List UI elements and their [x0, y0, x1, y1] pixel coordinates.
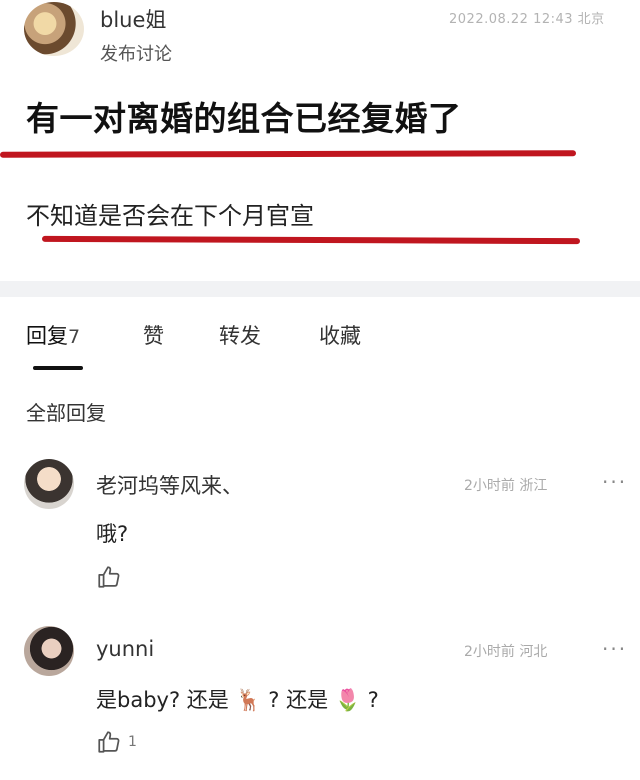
comment-text: 哦? [96, 522, 129, 546]
comment-meta: 2小时前 河北 [464, 644, 548, 660]
active-tab-indicator [33, 366, 83, 370]
like-count: 1 [128, 734, 137, 750]
thumbs-up-icon [98, 566, 120, 588]
post-subline: 发布讨论 [100, 44, 172, 65]
tab-replies[interactable]: 回复7 [26, 320, 80, 350]
tab-favorites[interactable]: 收藏 [319, 320, 361, 350]
post-tabs: 回复7 赞 转发 收藏 [0, 320, 640, 354]
post-title: 有一对离婚的组合已经复婚了 [26, 99, 462, 138]
comment-avatar[interactable] [24, 459, 74, 509]
body-underline-mark [41, 235, 581, 245]
like-button[interactable] [96, 564, 122, 594]
tab-likes[interactable]: 赞 [143, 320, 164, 350]
comment-meta: 2小时前 浙江 [464, 478, 548, 494]
all-replies-label: 全部回复 [26, 401, 106, 425]
comment-author[interactable]: yunni [96, 637, 154, 661]
tab-reposts-label: 转发 [219, 324, 261, 348]
author-name[interactable]: blue姐 [100, 4, 166, 34]
thumbs-up-icon [98, 731, 120, 753]
post-body: 不知道是否会在下个月官宣 [26, 202, 314, 230]
more-dots-icon[interactable]: ··· [602, 470, 627, 494]
tab-likes-label: 赞 [143, 324, 164, 348]
tab-replies-count: 7 [68, 326, 81, 348]
tab-favorites-label: 收藏 [319, 324, 361, 348]
tab-reposts[interactable]: 转发 [219, 320, 261, 350]
comment-text: 是baby? 还是 🦌 ? 还是 🌷 ? [96, 688, 379, 712]
section-divider [0, 281, 640, 297]
author-avatar[interactable] [24, 2, 84, 56]
comment-avatar[interactable] [24, 626, 74, 676]
more-dots-icon[interactable]: ··· [602, 637, 627, 661]
post-timestamp: 2022.08.22 12:43 北京 [449, 12, 605, 27]
title-underline-mark [0, 150, 577, 158]
comment-author[interactable]: 老河坞等风来、 [96, 470, 243, 500]
tab-replies-label: 回复 [26, 324, 68, 348]
like-button[interactable]: 1 [96, 729, 137, 755]
